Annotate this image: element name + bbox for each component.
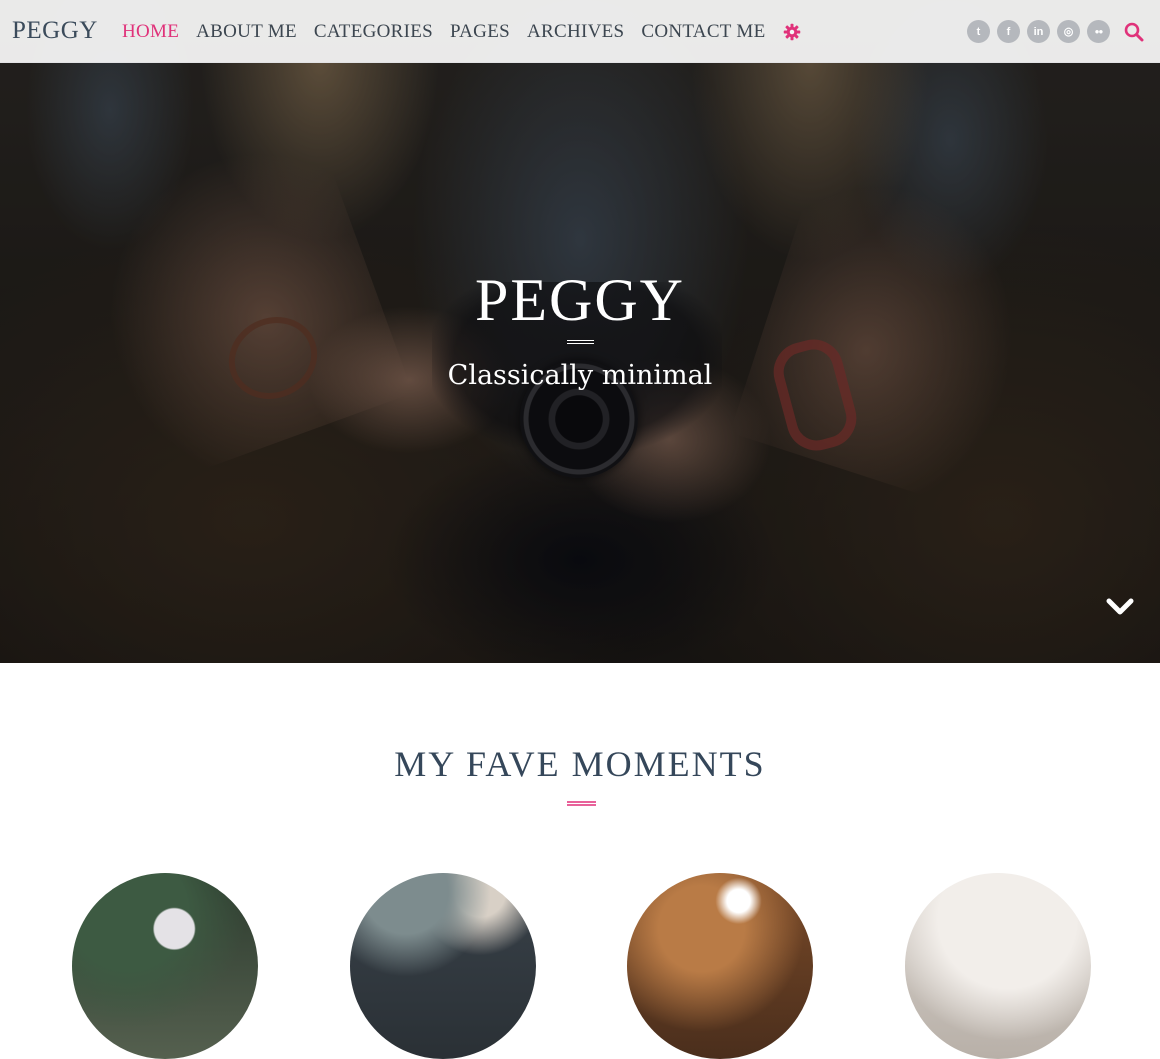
nav-item-contact-me[interactable]: CONTACT ME [641,19,765,45]
section-title: MY FAVE MOMENTS [394,744,766,784]
nav-item-pages[interactable]: PAGES [450,19,510,45]
nav-item-home[interactable]: HOME [122,19,179,45]
twitter-icon[interactable]: t [967,20,990,43]
moment-image[interactable] [627,873,813,1059]
nav-item-categories[interactable]: CATEGORIES [314,19,433,45]
gear-icon[interactable] [783,23,801,41]
nav-item-archives[interactable]: ARCHIVES [527,19,624,45]
facebook-icon[interactable]: f [997,20,1020,43]
main-nav: HOME ABOUT ME CATEGORIES PAGES ARCHIVES … [122,19,801,45]
hero-banner: PEGGY Classically minimal [0,0,1160,663]
chevron-down-icon[interactable] [1104,592,1136,622]
hero-title: PEGGY [474,267,685,333]
instagram-icon[interactable]: ◎ [1057,20,1080,43]
search-icon[interactable] [1124,22,1144,42]
moment-image[interactable] [350,873,536,1059]
moment-image[interactable] [905,873,1091,1059]
flickr-icon[interactable]: ●● [1087,20,1110,43]
site-header: PEGGY HOME ABOUT ME CATEGORIES PAGES ARC… [0,0,1160,63]
site-logo[interactable]: PEGGY [12,14,98,48]
social-links: t f in ◎ ●● [967,20,1110,43]
linkedin-icon[interactable]: in [1027,20,1050,43]
moment-image[interactable] [72,873,258,1059]
nav-item-about-me[interactable]: ABOUT ME [196,19,297,45]
section-divider [567,801,596,806]
hero-subtitle: Classically minimal [447,360,713,391]
hero-divider [567,340,594,344]
